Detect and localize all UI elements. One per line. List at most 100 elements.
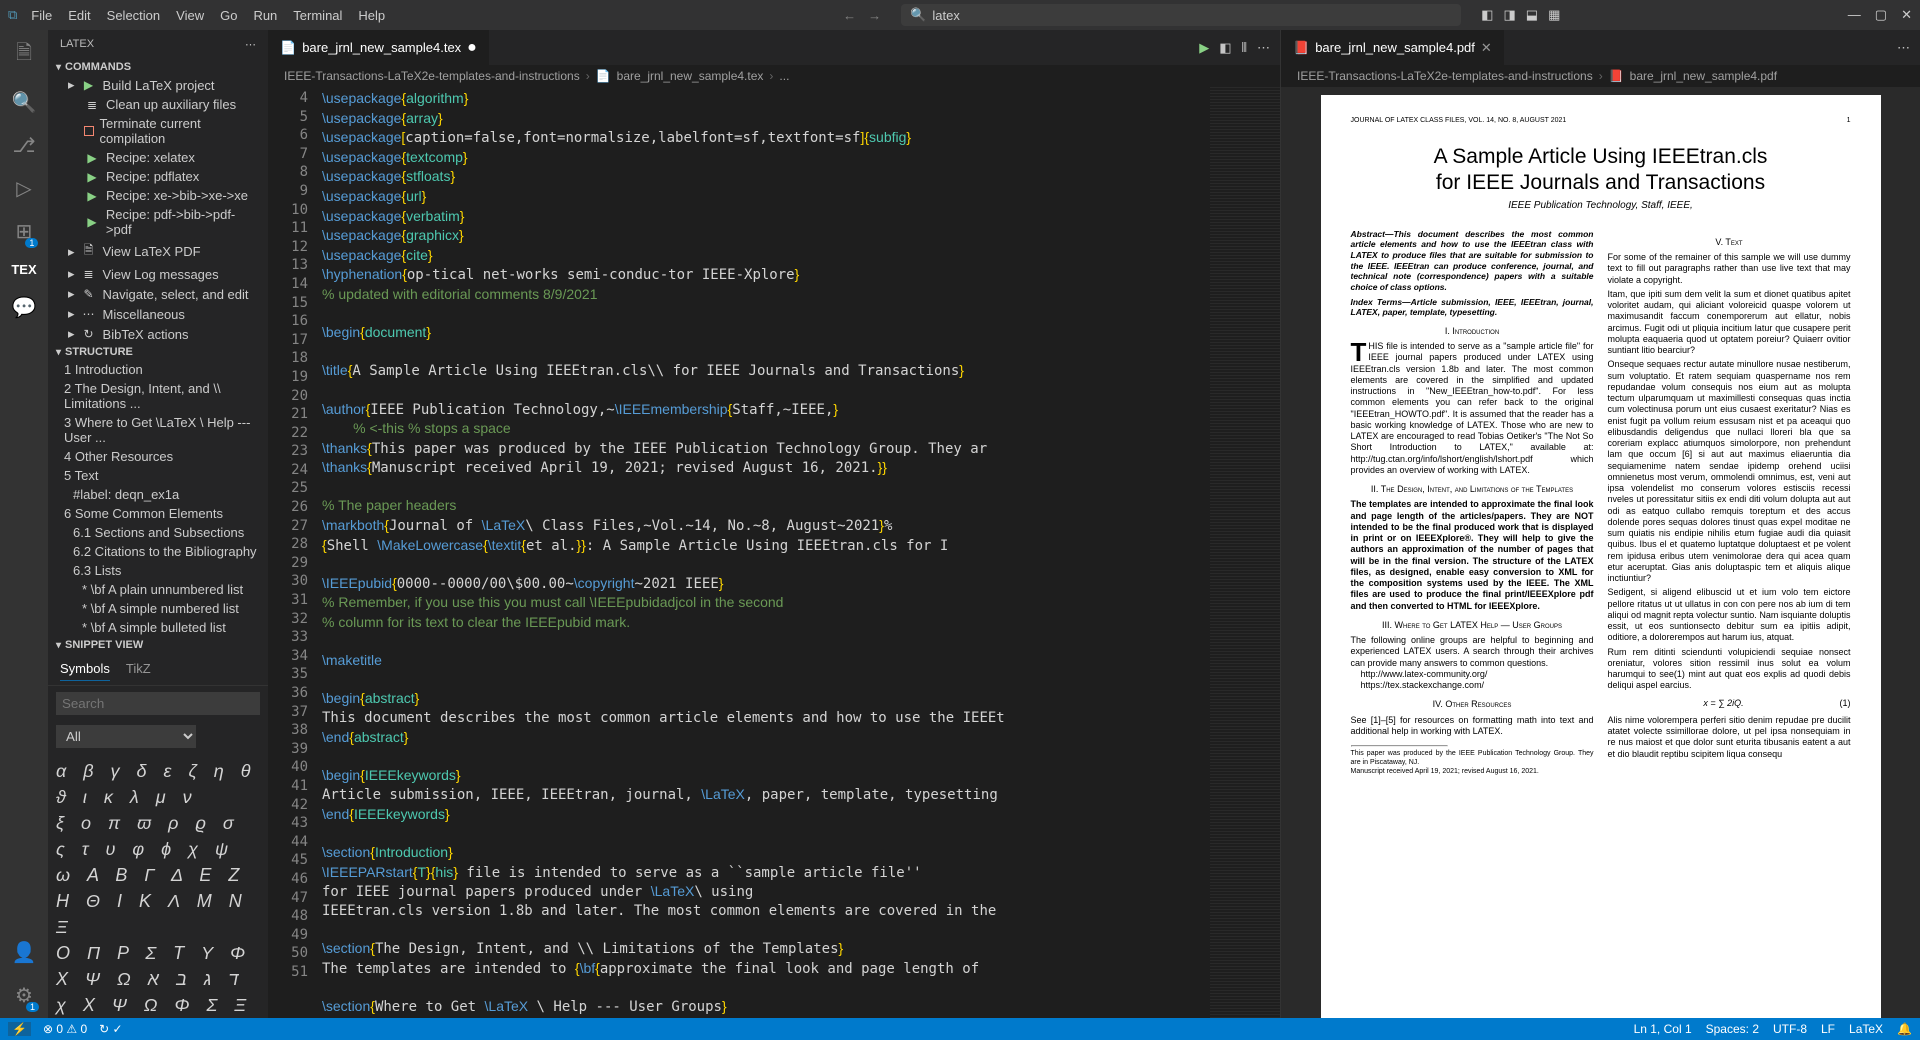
pdf-page: JOURNAL OF LATEX CLASS FILES, VOL. 14, N… xyxy=(1321,95,1881,1018)
more-icon[interactable]: ⋯ xyxy=(245,38,256,51)
misc[interactable]: ▸⋯Miscellaneous xyxy=(48,304,268,324)
pdf-breadcrumb[interactable]: IEEE-Transactions-LaTeX2e-templates-and-… xyxy=(1281,65,1920,87)
snippet-tab-tikz[interactable]: TikZ xyxy=(126,657,151,681)
cursor-position[interactable]: Ln 1, Col 1 xyxy=(1634,1022,1692,1036)
layout-sidebar-icon[interactable]: ⬓ xyxy=(1526,7,1538,23)
structure-item[interactable]: #label: deqn_ex1a xyxy=(48,485,268,504)
section-snippet[interactable]: ▾SNIPPET VIEW xyxy=(48,637,268,653)
structure-item[interactable]: 4 Other Resources xyxy=(48,447,268,466)
structure-item[interactable]: 3 Where to Get \LaTeX \ Help --- User ..… xyxy=(48,413,268,447)
sidebar-title: LATEX⋯ xyxy=(48,30,268,59)
editor-breadcrumb[interactable]: IEEE-Transactions-LaTeX2e-templates-and-… xyxy=(268,65,1280,87)
menu-run[interactable]: Run xyxy=(245,8,285,23)
minimap[interactable] xyxy=(1210,87,1280,1018)
pdf-tab[interactable]: 📕 bare_jrnl_new_sample4.pdf ✕ xyxy=(1281,30,1505,65)
section-commands[interactable]: ▾COMMANDS xyxy=(48,59,268,75)
build-project[interactable]: ▸▶Build LaTeX project xyxy=(48,75,268,95)
more-icon[interactable]: ⋯ xyxy=(1897,40,1910,56)
structure-item[interactable]: 6.1 Sections and Subsections xyxy=(48,523,268,542)
close-icon[interactable]: ✕ xyxy=(1481,40,1492,56)
account-icon[interactable]: 👤 xyxy=(12,940,37,965)
problems-indicator[interactable]: ⊗ 0 ⚠ 0 xyxy=(43,1022,87,1036)
structure-item[interactable]: 2 The Design, Intent, and \\ Limitations… xyxy=(48,379,268,413)
search-icon[interactable]: 🔍 xyxy=(12,90,37,115)
window-minimize-icon[interactable]: — xyxy=(1848,7,1861,23)
title-bar: ⧉ File Edit Selection View Go Run Termin… xyxy=(0,0,1920,30)
snippet-tab-symbols[interactable]: Symbols xyxy=(60,657,110,681)
layout-panel-icon[interactable]: ◨ xyxy=(1503,7,1515,23)
layout-customize-icon[interactable]: ▦ xyxy=(1548,7,1560,23)
layout-primary-icon[interactable]: ◧ xyxy=(1481,7,1493,23)
navigate[interactable]: ▸✎Navigate, select, and edit xyxy=(48,284,268,304)
clean-aux[interactable]: ≣Clean up auxiliary files xyxy=(48,95,268,114)
debug-icon[interactable]: ▷ xyxy=(16,176,31,201)
indentation[interactable]: Spaces: 2 xyxy=(1706,1022,1759,1036)
editor-group: 📄 bare_jrnl_new_sample4.tex ● ▶ ◧ ⫴ ⋯ IE… xyxy=(268,30,1280,1018)
structure-item[interactable]: * \bf A plain unnumbered list xyxy=(48,580,268,599)
snippet-category-select[interactable]: All xyxy=(56,725,196,748)
run-icon[interactable]: ▶ xyxy=(1199,40,1209,56)
search-icon: 🔍 xyxy=(910,7,926,23)
menu-file[interactable]: File xyxy=(23,8,60,23)
menu-view[interactable]: View xyxy=(168,8,212,23)
explorer-icon[interactable]: 🗎 xyxy=(16,38,32,72)
modified-icon: ● xyxy=(467,39,477,57)
structure-item[interactable]: 5 Text xyxy=(48,466,268,485)
pdf-file-icon: 📕 xyxy=(1293,40,1309,56)
structure-item[interactable]: * \bf A simple numbered list xyxy=(48,599,268,618)
extensions-icon[interactable]: ⊞ xyxy=(16,219,33,244)
build-status[interactable]: ↻ ✓ xyxy=(99,1022,122,1036)
settings-icon[interactable]: ⚙ xyxy=(15,983,33,1008)
recipe-3[interactable]: ▶Recipe: pdf->bib->pdf->pdf xyxy=(48,205,268,239)
pdf-viewer[interactable]: JOURNAL OF LATEX CLASS FILES, VOL. 14, N… xyxy=(1281,87,1920,1018)
menu-go[interactable]: Go xyxy=(212,8,245,23)
language-mode[interactable]: LaTeX xyxy=(1849,1022,1883,1036)
split-icon[interactable]: ◧ xyxy=(1219,40,1231,56)
line-numbers: 4567891011121314151617181920212223242526… xyxy=(268,87,322,1018)
tex-file-icon: 📄 xyxy=(280,40,296,56)
menu-selection[interactable]: Selection xyxy=(99,8,168,23)
structure-item[interactable]: 6 Some Common Elements xyxy=(48,504,268,523)
bibtex[interactable]: ▸↻BibTeX actions xyxy=(48,324,268,344)
view-log[interactable]: ▸≣View Log messages xyxy=(48,264,268,284)
command-center[interactable]: 🔍 latex xyxy=(901,4,1461,26)
snippet-search-input[interactable] xyxy=(56,692,260,715)
code-editor[interactable]: \usepackage{algorithm} \usepackage{array… xyxy=(322,87,1210,1018)
structure-item[interactable]: 6.2 Citations to the Bibliography xyxy=(48,542,268,561)
scm-icon[interactable]: ⎇ xyxy=(12,133,35,158)
pdf-group: 📕 bare_jrnl_new_sample4.pdf ✕ ⋯ IEEE-Tra… xyxy=(1280,30,1920,1018)
terminate[interactable]: Terminate current compilation xyxy=(48,114,268,148)
pdf-tabs: 📕 bare_jrnl_new_sample4.pdf ✕ ⋯ xyxy=(1281,30,1920,65)
structure-item[interactable]: * \bf A simple bulleted list xyxy=(48,618,268,637)
editor-tab-tex[interactable]: 📄 bare_jrnl_new_sample4.tex ● xyxy=(268,30,490,65)
window-close-icon[interactable]: ✕ xyxy=(1901,7,1912,23)
notifications-icon[interactable]: 🔔 xyxy=(1897,1022,1912,1036)
view-pdf[interactable]: ▸🗎View LaTeX PDF xyxy=(48,239,268,264)
symbols-grid[interactable]: α β γ δ ε ζ η θ ϑ ι κ λ μ νξ ο π ϖ ρ ϱ σ… xyxy=(48,752,268,1018)
vscode-icon: ⧉ xyxy=(8,7,17,23)
diff-icon[interactable]: ⫴ xyxy=(1242,40,1247,56)
nav-forward-icon[interactable]: → xyxy=(868,8,881,23)
recipe-2[interactable]: ▶Recipe: xe->bib->xe->xe xyxy=(48,186,268,205)
more-icon[interactable]: ⋯ xyxy=(1257,40,1270,56)
encoding[interactable]: UTF-8 xyxy=(1773,1022,1807,1036)
structure-item[interactable]: 1 Introduction xyxy=(48,360,268,379)
activity-bar: 🗎 🔍 ⎇ ▷ ⊞ TEX 💬 👤 ⚙ xyxy=(0,30,48,1018)
search-text: latex xyxy=(932,8,959,23)
recipe-0[interactable]: ▶Recipe: xelatex xyxy=(48,148,268,167)
menu-edit[interactable]: Edit xyxy=(60,8,98,23)
menu-help[interactable]: Help xyxy=(350,8,393,23)
eol[interactable]: LF xyxy=(1821,1022,1835,1036)
window-maximize-icon[interactable]: ▢ xyxy=(1875,7,1887,23)
recipe-1[interactable]: ▶Recipe: pdflatex xyxy=(48,167,268,186)
chat-icon[interactable]: 💬 xyxy=(12,295,37,320)
editor-tabs: 📄 bare_jrnl_new_sample4.tex ● ▶ ◧ ⫴ ⋯ xyxy=(268,30,1280,65)
sidebar: LATEX⋯ ▾COMMANDS ▸▶Build LaTeX project ≣… xyxy=(48,30,268,1018)
remote-indicator[interactable]: ⚡ xyxy=(8,1022,31,1036)
nav-back-icon[interactable]: ← xyxy=(843,8,856,23)
status-bar: ⚡ ⊗ 0 ⚠ 0 ↻ ✓ Ln 1, Col 1 Spaces: 2 UTF-… xyxy=(0,1018,1920,1040)
latex-icon[interactable]: TEX xyxy=(11,262,36,277)
menu-terminal[interactable]: Terminal xyxy=(285,8,350,23)
structure-item[interactable]: 6.3 Lists xyxy=(48,561,268,580)
section-structure[interactable]: ▾STRUCTURE xyxy=(48,344,268,360)
